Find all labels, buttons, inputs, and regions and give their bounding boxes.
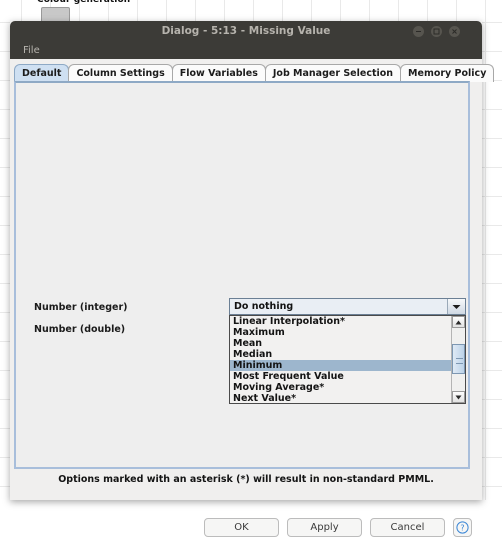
scrollbar-up-button[interactable] <box>452 316 465 328</box>
dropdown-option[interactable]: Linear Interpolation* <box>230 316 451 327</box>
dropdown-option[interactable]: Next Value* <box>230 393 451 403</box>
number-integer-combobox[interactable]: Do nothing <box>229 298 466 315</box>
tab-job-manager-selection[interactable]: Job Manager Selection <box>264 64 402 82</box>
maximize-icon <box>433 28 440 35</box>
scroll-up-icon <box>455 320 462 324</box>
canvas-annotation-title: Colour generation <box>37 0 131 5</box>
chevron-down-icon <box>452 304 461 309</box>
close-icon <box>452 29 457 34</box>
combobox-dropdown-list[interactable]: Linear Interpolation* Maximum Mean Media… <box>229 315 466 404</box>
help-question-icon: ? <box>456 521 469 534</box>
dropdown-scrollbar[interactable] <box>451 316 465 403</box>
dropdown-options: Linear Interpolation* Maximum Mean Media… <box>230 316 451 403</box>
dropdown-option-highlighted[interactable]: Minimum <box>230 360 451 371</box>
dropdown-option[interactable]: Most Frequent Value <box>230 371 451 382</box>
tab-column-settings[interactable]: Column Settings <box>68 64 173 82</box>
label-number-double: Number (double) <box>34 324 126 335</box>
tabstrip: Default Column Settings Flow Variables J… <box>14 64 495 82</box>
tab-memory-policy[interactable]: Memory Policy <box>400 64 495 82</box>
scroll-down-icon <box>455 395 462 399</box>
svg-text:?: ? <box>460 524 464 533</box>
minimize-button[interactable] <box>413 26 424 37</box>
dropdown-option[interactable]: Moving Average* <box>230 382 451 393</box>
menu-item-file[interactable]: File <box>18 44 45 57</box>
apply-button[interactable]: Apply <box>287 518 362 537</box>
ok-button[interactable]: OK <box>204 518 279 537</box>
minimize-icon <box>416 31 421 32</box>
scrollbar-thumb-grip <box>456 358 463 364</box>
scrollbar-down-button[interactable] <box>452 391 465 403</box>
pmml-footnote: Options marked with an asterisk (*) will… <box>58 474 434 485</box>
combobox-selected-value: Do nothing <box>234 301 294 312</box>
scrollbar-thumb[interactable] <box>452 344 465 374</box>
tab-flow-variables[interactable]: Flow Variables <box>171 64 266 82</box>
default-tab-panel <box>14 81 470 469</box>
dropdown-option[interactable]: Median <box>230 349 451 360</box>
dropdown-option[interactable]: Maximum <box>230 327 451 338</box>
missing-value-dialog: Dialog - 5:13 - Missing Value File Defau… <box>10 21 495 537</box>
cancel-button[interactable]: Cancel <box>370 518 445 537</box>
dialog-body: Default Column Settings Flow Variables J… <box>10 59 495 537</box>
dropdown-option[interactable]: Mean <box>230 338 451 349</box>
tab-default[interactable]: Default <box>14 64 70 82</box>
dialog-menubar: File <box>10 41 482 59</box>
maximize-button[interactable] <box>431 26 442 37</box>
dialog-button-row: OK Apply Cancel ? <box>204 518 472 537</box>
combobox-arrow-button[interactable] <box>447 299 465 314</box>
dialog-titlebar[interactable]: Dialog - 5:13 - Missing Value <box>10 21 482 41</box>
label-number-integer: Number (integer) <box>34 302 128 313</box>
help-button[interactable]: ? <box>453 518 472 537</box>
close-button[interactable] <box>449 26 460 37</box>
dialog-title: Dialog - 5:13 - Missing Value <box>161 25 331 37</box>
